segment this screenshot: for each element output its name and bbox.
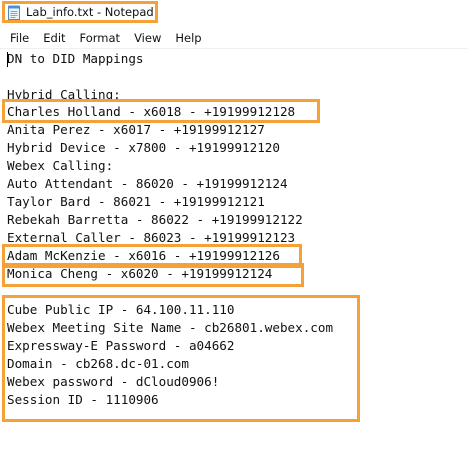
title-bar: Lab_info.txt - Notepad [0, 0, 468, 26]
text-line: Anita Perez - x6017 - +19199912127 [7, 122, 265, 137]
text-line: Taylor Bard - 86021 - +19199912121 [7, 194, 265, 209]
menu-edit[interactable]: Edit [36, 31, 72, 45]
highlight-box-session-info [2, 295, 360, 422]
text-line: Webex Calling: [7, 158, 114, 173]
menu-format[interactable]: Format [73, 31, 128, 45]
notepad-icon [8, 5, 21, 20]
menu-file[interactable]: File [0, 31, 36, 45]
text-editor[interactable]: DN to DID Mappings Hybrid Calling: Charl… [0, 48, 468, 449]
highlight-box-charles-holland [2, 99, 320, 123]
text-line: Hybrid Device - x7800 - +19199912120 [7, 140, 280, 155]
text-line: DN to DID Mappings [7, 51, 144, 66]
text-line: Auto Attendant - 86020 - +19199912124 [7, 176, 288, 191]
window-title-highlight: Lab_info.txt - Notepad [2, 1, 158, 23]
window-title: Lab_info.txt - Notepad [26, 5, 154, 19]
menu-help[interactable]: Help [168, 31, 208, 45]
text-line: Rebekah Barretta - 86022 - +19199912122 [7, 212, 303, 227]
menu-view[interactable]: View [127, 31, 168, 45]
menu-bar: File Edit Format View Help [0, 28, 468, 48]
highlight-box-monica-cheng [2, 263, 304, 287]
